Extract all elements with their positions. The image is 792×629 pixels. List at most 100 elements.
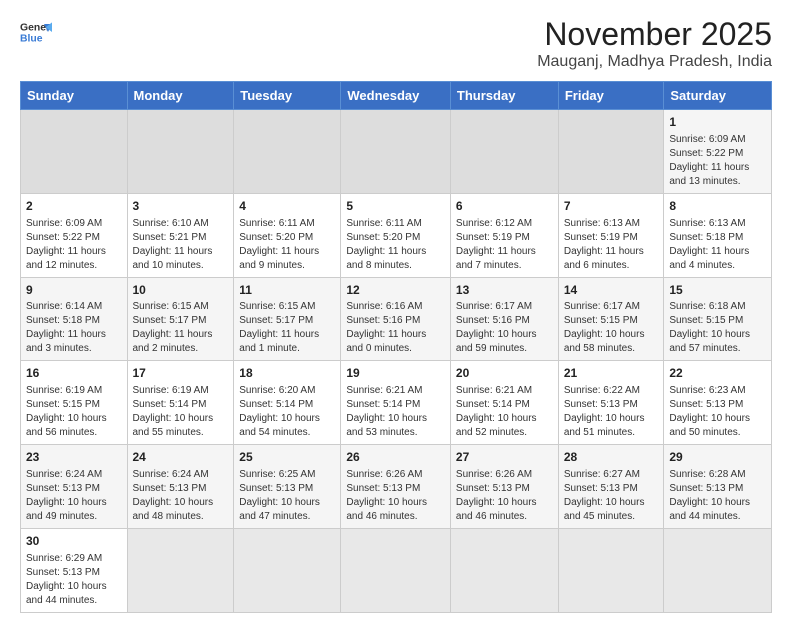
calendar-day-cell: 4Sunrise: 6:11 AM Sunset: 5:20 PM Daylig… — [234, 193, 341, 277]
calendar-weekday-header: Monday — [127, 82, 234, 110]
calendar-week-row: 30Sunrise: 6:29 AM Sunset: 5:13 PM Dayli… — [21, 528, 772, 612]
day-info: Sunrise: 6:14 AM Sunset: 5:18 PM Dayligh… — [26, 300, 122, 356]
calendar-day-cell — [341, 110, 451, 194]
calendar-week-row: 23Sunrise: 6:24 AM Sunset: 5:13 PM Dayli… — [21, 445, 772, 529]
day-info: Sunrise: 6:22 AM Sunset: 5:13 PM Dayligh… — [564, 384, 659, 440]
calendar-week-row: 1 Sunrise: 6:09 AM Sunset: 5:22 PM Daylig… — [21, 110, 772, 194]
calendar-day-cell: 7Sunrise: 6:13 AM Sunset: 5:19 PM Daylig… — [558, 193, 664, 277]
calendar-day-cell — [558, 528, 664, 612]
calendar-day-cell: 14Sunrise: 6:17 AM Sunset: 5:15 PM Dayli… — [558, 277, 664, 361]
calendar-day-cell: 28 Sunrise: 6:27 AM Sunset: 5:13 PM Dayli… — [558, 445, 664, 529]
calendar-day-cell: 15Sunrise: 6:18 AM Sunset: 5:15 PM Dayli… — [664, 277, 772, 361]
day-number: 14 — [564, 282, 659, 299]
day-info: Sunrise: 6:11 AM Sunset: 5:20 PM Dayligh… — [346, 217, 445, 273]
day-number: 21 — [564, 365, 659, 382]
day-number: 1 — [669, 114, 766, 131]
day-number: 17 — [133, 365, 229, 382]
calendar-day-cell: 19Sunrise: 6:21 AM Sunset: 5:14 PM Dayli… — [341, 361, 451, 445]
day-number: 2 — [26, 198, 122, 215]
calendar-day-cell: 11Sunrise: 6:15 AM Sunset: 5:17 PM Dayli… — [234, 277, 341, 361]
day-number: 16 — [26, 365, 122, 382]
day-info: Sunrise: 6:17 AM Sunset: 5:16 PM Dayligh… — [456, 300, 553, 356]
day-info: Sunrise: 6:19 AM Sunset: 5:14 PM Dayligh… — [133, 384, 229, 440]
day-info: Sunrise: 6:17 AM Sunset: 5:15 PM Dayligh… — [564, 300, 659, 356]
day-number: 12 — [346, 282, 445, 299]
calendar-header-row: SundayMondayTuesdayWednesdayThursdayFrid… — [21, 82, 772, 110]
day-number: 27 — [456, 449, 553, 466]
calendar-day-cell: 30Sunrise: 6:29 AM Sunset: 5:13 PM Dayli… — [21, 528, 128, 612]
logo: General Blue — [20, 16, 52, 48]
calendar-day-cell: 8Sunrise: 6:13 AM Sunset: 5:18 PM Daylig… — [664, 193, 772, 277]
day-info: Sunrise: 6:26 AM Sunset: 5:13 PM Dayligh… — [346, 468, 445, 524]
generalblue-logo-icon: General Blue — [20, 16, 52, 48]
calendar-day-cell: 21 Sunrise: 6:22 AM Sunset: 5:13 PM Dayli… — [558, 361, 664, 445]
page-header: General Blue November 2025 Mauganj, Madh… — [20, 16, 772, 71]
day-number: 28 — [564, 449, 659, 466]
day-info: Sunrise: 6:13 AM Sunset: 5:18 PM Dayligh… — [669, 217, 766, 273]
calendar-day-cell: 26Sunrise: 6:26 AM Sunset: 5:13 PM Dayli… — [341, 445, 451, 529]
calendar-day-cell: 6 Sunrise: 6:12 AM Sunset: 5:19 PM Daylig… — [450, 193, 558, 277]
calendar-day-cell: 16 Sunrise: 6:19 AM Sunset: 5:15 PM Dayli… — [21, 361, 128, 445]
day-info: Sunrise: 6:21 AM Sunset: 5:14 PM Dayligh… — [346, 384, 445, 440]
calendar-weekday-header: Sunday — [21, 82, 128, 110]
day-info: Sunrise: 6:13 AM Sunset: 5:19 PM Dayligh… — [564, 217, 659, 273]
day-info: Sunrise: 6:28 AM Sunset: 5:13 PM Dayligh… — [669, 468, 766, 524]
calendar-day-cell — [450, 110, 558, 194]
day-info: Sunrise: 6:26 AM Sunset: 5:13 PM Dayligh… — [456, 468, 553, 524]
day-number: 13 — [456, 282, 553, 299]
calendar-week-row: 9Sunrise: 6:14 AM Sunset: 5:18 PM Daylig… — [21, 277, 772, 361]
day-info: Sunrise: 6:15 AM Sunset: 5:17 PM Dayligh… — [133, 300, 229, 356]
svg-text:Blue: Blue — [20, 34, 43, 45]
calendar-weekday-header: Thursday — [450, 82, 558, 110]
calendar-day-cell: 23Sunrise: 6:24 AM Sunset: 5:13 PM Dayli… — [21, 445, 128, 529]
day-number: 10 — [133, 282, 229, 299]
calendar-day-cell: 22Sunrise: 6:23 AM Sunset: 5:13 PM Dayli… — [664, 361, 772, 445]
calendar-day-cell: 13Sunrise: 6:17 AM Sunset: 5:16 PM Dayli… — [450, 277, 558, 361]
calendar-day-cell: 25 Sunrise: 6:25 AM Sunset: 5:13 PM Dayli… — [234, 445, 341, 529]
calendar-day-cell — [664, 528, 772, 612]
location-title: Mauganj, Madhya Pradesh, India — [537, 53, 772, 71]
day-info: Sunrise: 6:24 AM Sunset: 5:13 PM Dayligh… — [26, 468, 122, 524]
calendar-day-cell: 29 Sunrise: 6:28 AM Sunset: 5:13 PM Dayli… — [664, 445, 772, 529]
day-number: 18 — [239, 365, 335, 382]
day-info: Sunrise: 6:19 AM Sunset: 5:15 PM Dayligh… — [26, 384, 122, 440]
calendar-day-cell — [127, 110, 234, 194]
day-number: 9 — [26, 282, 122, 299]
month-title: November 2025 — [537, 16, 772, 53]
day-info: Sunrise: 6:12 AM Sunset: 5:19 PM Dayligh… — [456, 217, 553, 273]
calendar-day-cell: 9Sunrise: 6:14 AM Sunset: 5:18 PM Daylig… — [21, 277, 128, 361]
calendar-day-cell: 27 Sunrise: 6:26 AM Sunset: 5:13 PM Dayli… — [450, 445, 558, 529]
calendar-week-row: 16 Sunrise: 6:19 AM Sunset: 5:15 PM Dayli… — [21, 361, 772, 445]
day-info: Sunrise: 6:20 AM Sunset: 5:14 PM Dayligh… — [239, 384, 335, 440]
day-info: Sunrise: 6:09 AM Sunset: 5:22 PM Dayligh… — [669, 133, 766, 189]
day-number: 30 — [26, 533, 122, 550]
calendar-week-row: 2Sunrise: 6:09 AM Sunset: 5:22 PM Daylig… — [21, 193, 772, 277]
calendar-day-cell: 18 Sunrise: 6:20 AM Sunset: 5:14 PM Dayli… — [234, 361, 341, 445]
calendar-day-cell: 5Sunrise: 6:11 AM Sunset: 5:20 PM Daylig… — [341, 193, 451, 277]
calendar-day-cell: 17 Sunrise: 6:19 AM Sunset: 5:14 PM Dayli… — [127, 361, 234, 445]
day-number: 24 — [133, 449, 229, 466]
calendar-day-cell: 20Sunrise: 6:21 AM Sunset: 5:14 PM Dayli… — [450, 361, 558, 445]
day-info: Sunrise: 6:27 AM Sunset: 5:13 PM Dayligh… — [564, 468, 659, 524]
day-info: Sunrise: 6:11 AM Sunset: 5:20 PM Dayligh… — [239, 217, 335, 273]
day-number: 22 — [669, 365, 766, 382]
calendar-day-cell — [234, 110, 341, 194]
calendar-table: SundayMondayTuesdayWednesdayThursdayFrid… — [20, 81, 772, 613]
day-number: 20 — [456, 365, 553, 382]
calendar-day-cell: 1 Sunrise: 6:09 AM Sunset: 5:22 PM Daylig… — [664, 110, 772, 194]
day-number: 29 — [669, 449, 766, 466]
day-number: 25 — [239, 449, 335, 466]
calendar-day-cell — [21, 110, 128, 194]
calendar-weekday-header: Tuesday — [234, 82, 341, 110]
calendar-day-cell — [341, 528, 451, 612]
day-number: 3 — [133, 198, 229, 215]
day-number: 15 — [669, 282, 766, 299]
day-number: 11 — [239, 282, 335, 299]
calendar-day-cell: 3Sunrise: 6:10 AM Sunset: 5:21 PM Daylig… — [127, 193, 234, 277]
day-info: Sunrise: 6:24 AM Sunset: 5:13 PM Dayligh… — [133, 468, 229, 524]
calendar-weekday-header: Friday — [558, 82, 664, 110]
day-info: Sunrise: 6:25 AM Sunset: 5:13 PM Dayligh… — [239, 468, 335, 524]
calendar-day-cell: 24 Sunrise: 6:24 AM Sunset: 5:13 PM Dayli… — [127, 445, 234, 529]
day-number: 6 — [456, 198, 553, 215]
calendar-weekday-header: Saturday — [664, 82, 772, 110]
